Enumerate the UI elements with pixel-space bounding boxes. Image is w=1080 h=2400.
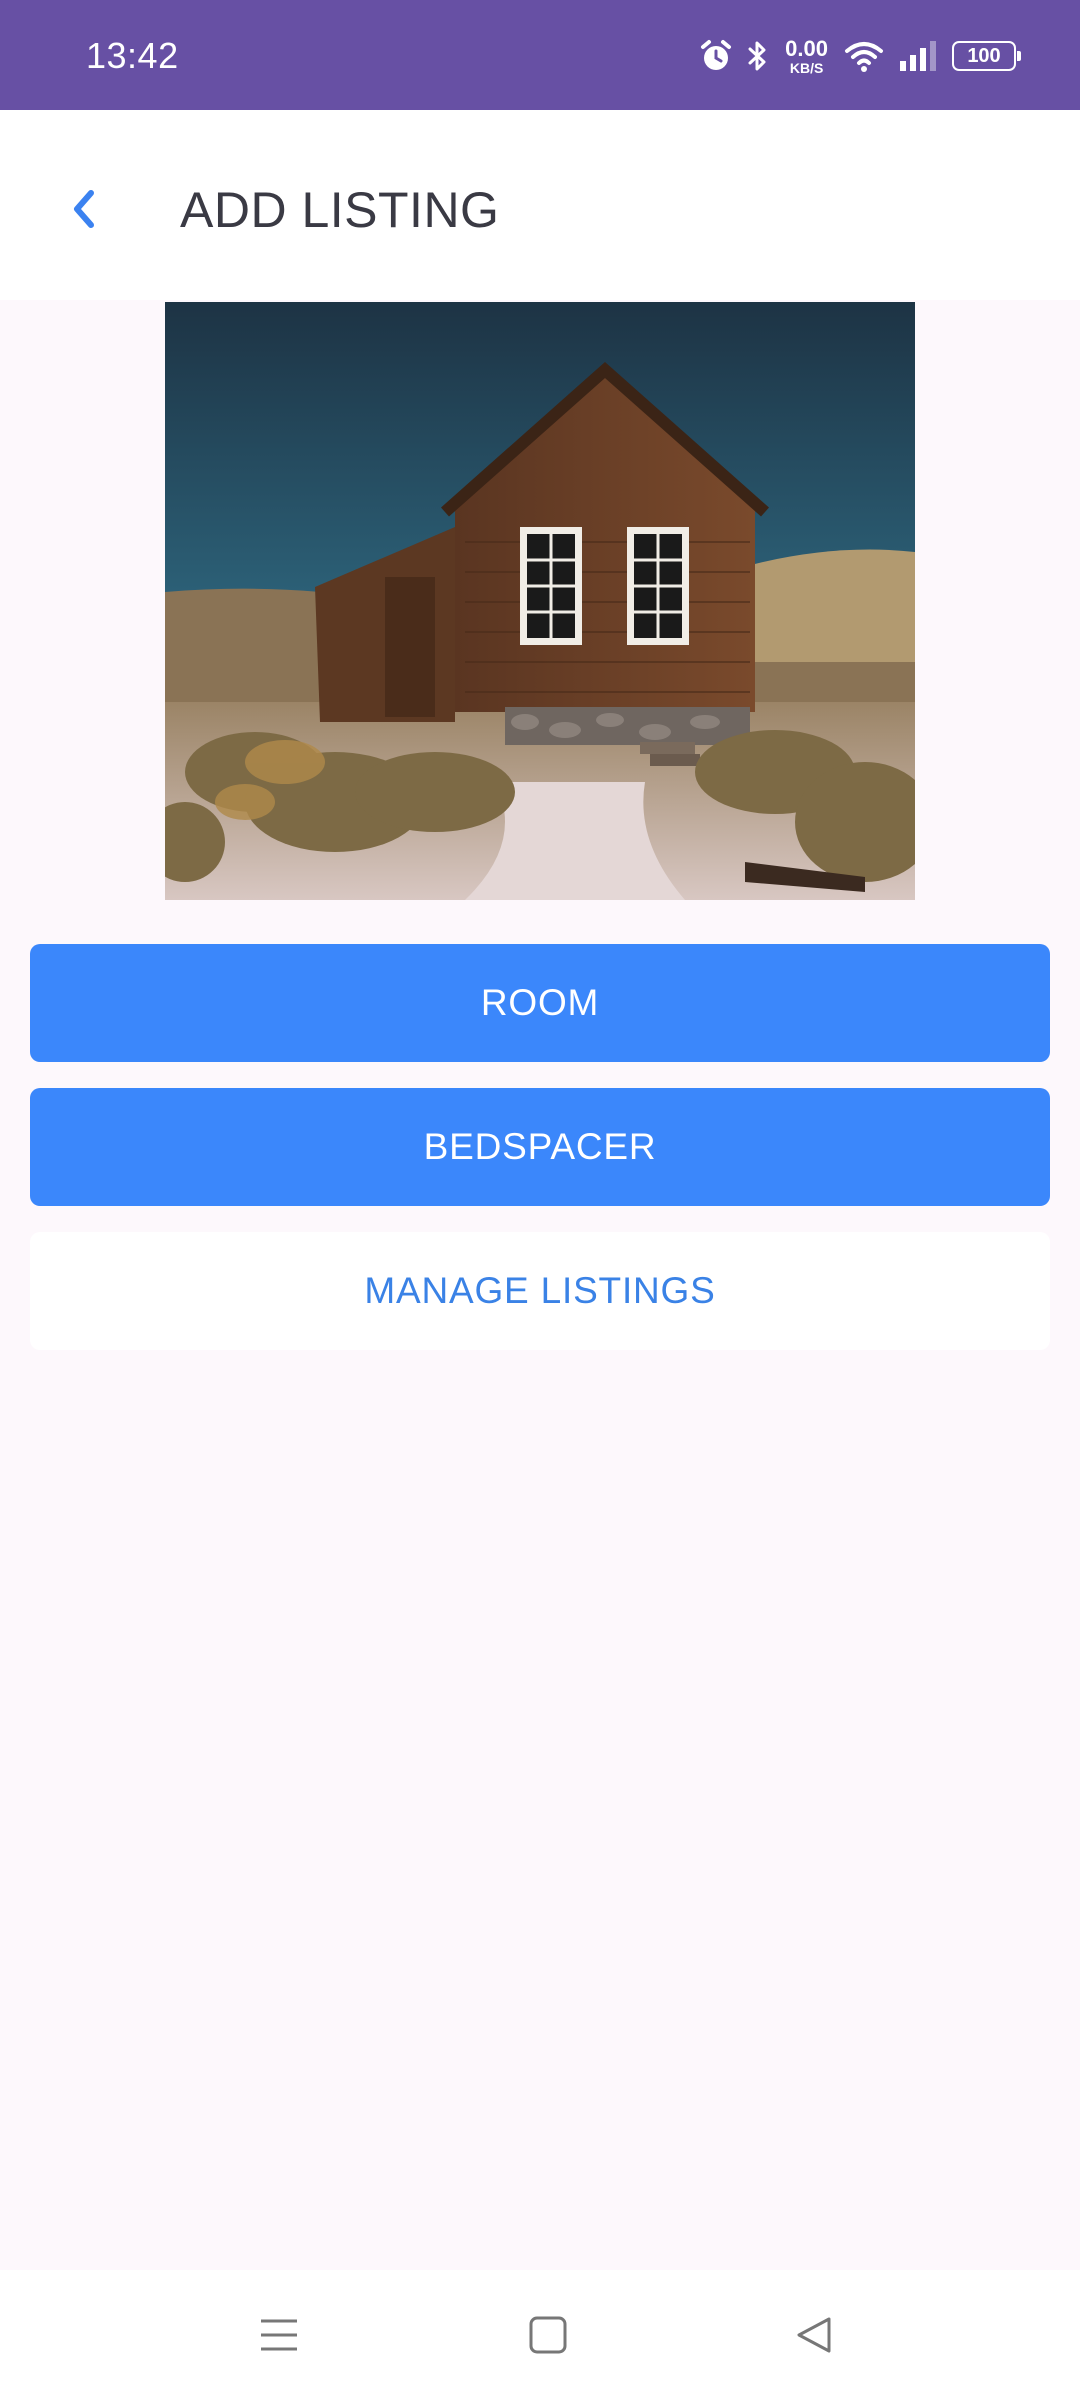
system-back-button[interactable] [774,2302,854,2368]
home-icon [529,2316,567,2354]
status-time: 13:42 [86,35,179,76]
bluetooth-icon [747,39,769,73]
net-speed-unit: KB/S [789,59,824,76]
signal-icon [898,39,938,73]
status-icons: 0.00 KB/S 100 [699,35,1021,76]
back-icon [797,2317,831,2353]
back-button[interactable] [50,174,120,244]
home-button[interactable] [508,2302,588,2368]
wifi-icon [844,39,884,73]
system-nav-bar [0,2270,1080,2400]
battery-icon: 100 [952,41,1021,71]
room-button-label: ROOM [480,982,600,1023]
chevron-left-icon [74,190,94,228]
manage-listings-label: MANAGE LISTINGS [364,1270,716,1311]
net-speed: 0.00 KB/S [785,35,828,76]
top-app-bar: ADD LISTING [0,110,1080,300]
alarm-icon [699,39,733,73]
net-speed-value: 0.00 [785,35,828,61]
status-bar: 13:42 0.00 KB/S 100 [0,0,1080,110]
listing-hero-image [165,302,915,900]
manage-listings-button[interactable]: MANAGE LISTINGS [30,1232,1050,1350]
bedspacer-button-label: BEDSPACER [423,1126,657,1167]
room-button[interactable]: ROOM [30,944,1050,1062]
menu-icon [261,2319,297,2351]
page-title: ADD LISTING [180,182,500,238]
bedspacer-button[interactable]: BEDSPACER [30,1088,1050,1206]
recent-apps-button[interactable] [239,2302,319,2368]
